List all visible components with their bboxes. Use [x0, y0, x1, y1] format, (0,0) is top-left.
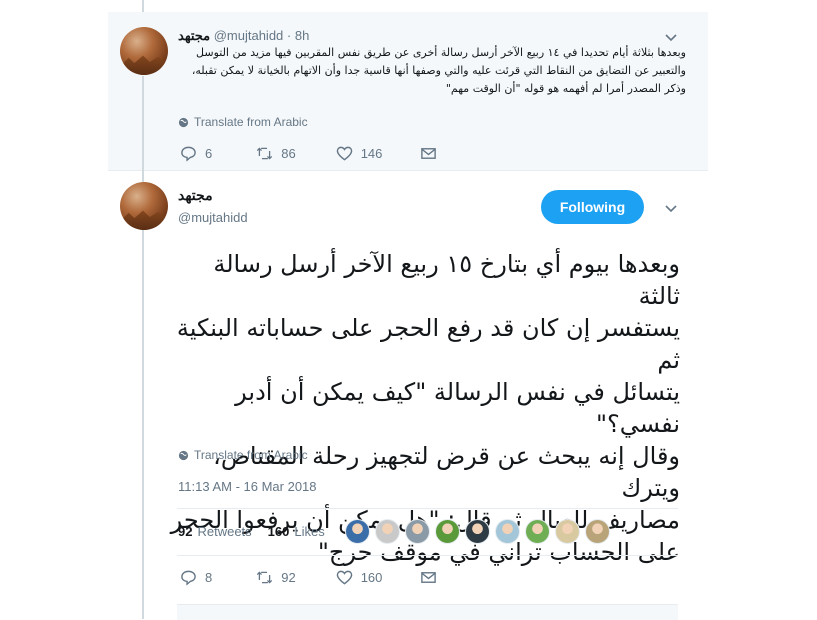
parent-translate-link[interactable]: Translate from Arabic	[178, 115, 308, 129]
heart-icon	[336, 570, 352, 585]
reply-box-edge	[177, 604, 678, 620]
main-text-line: يستفسر إن كان قد رفع الحجر على حساباته ا…	[176, 314, 680, 374]
parent-action-bar: 6 86 146	[180, 145, 471, 162]
liker-avatar[interactable]	[465, 519, 490, 544]
liker-avatar[interactable]	[375, 519, 400, 544]
parent-avatar[interactable]	[120, 27, 168, 75]
main-action-bar: 8 92 160	[180, 569, 471, 586]
main-timestamp[interactable]: 11:13 AM - 16 Mar 2018	[178, 479, 317, 494]
globe-icon	[178, 450, 189, 460]
likes-stat-count: 160	[267, 524, 290, 539]
main-chevron-down-icon[interactable]	[664, 201, 678, 215]
liker-avatar[interactable]	[405, 519, 430, 544]
liker-avatar[interactable]	[495, 519, 520, 544]
main-text-line: يتسائل في نفس الرسالة "كيف يمكن أن أدبر …	[235, 378, 680, 438]
divider	[177, 555, 678, 556]
parent-translate-label[interactable]: Translate from Arabic	[194, 115, 308, 129]
main-author-handle[interactable]: @mujtahidd	[178, 210, 248, 225]
retweets-stat[interactable]: 92 Retweets	[178, 524, 252, 539]
parent-text-line: وذكر المصدر أمرا لم أفهمه هو قوله "أن ال…	[445, 82, 686, 95]
main-author-name[interactable]: مجتهد	[178, 187, 213, 204]
parent-reply-button[interactable]: 6	[180, 145, 212, 162]
envelope-icon	[421, 148, 437, 159]
liker-avatars	[345, 519, 610, 544]
parent-retweet-button[interactable]: 86	[256, 145, 296, 162]
reply-icon	[181, 570, 196, 586]
parent-retweet-count: 86	[281, 146, 296, 161]
parent-author-handle[interactable]: @mujtahidd	[214, 28, 284, 43]
reply-icon	[181, 146, 196, 162]
parent-like-button[interactable]: 146	[336, 145, 383, 162]
parent-text-line: وبعدها بثلاثة أيام تحديدا في ١٤ ربيع الآ…	[196, 46, 686, 59]
parent-dm-button[interactable]	[420, 145, 437, 162]
liker-avatar[interactable]	[555, 519, 580, 544]
main-reply-button[interactable]: 8	[180, 569, 212, 586]
heart-icon	[336, 146, 352, 161]
likes-stat[interactable]: 160 Likes	[268, 524, 325, 539]
main-like-button[interactable]: 160	[336, 569, 383, 586]
likes-stat-label: Likes	[294, 524, 325, 539]
engagement-stats: 92 Retweets 160 Likes	[178, 524, 341, 539]
thread-connector	[142, 76, 144, 182]
liker-avatar[interactable]	[585, 519, 610, 544]
main-dm-button[interactable]	[420, 569, 437, 586]
main-text-line: وبعدها بيوم أي بتارخ ١٥ ربيع الآخر أرسل …	[213, 250, 680, 310]
globe-icon	[178, 117, 189, 127]
envelope-icon	[421, 572, 437, 583]
retweets-stat-count: 92	[178, 524, 193, 539]
divider	[177, 508, 678, 509]
retweet-icon	[257, 147, 273, 160]
main-like-count: 160	[360, 570, 383, 585]
parent-reply-count: 6	[205, 146, 213, 161]
parent-tweet-text: وبعدها بثلاثة أيام تحديدا في ١٤ ربيع الآ…	[178, 44, 686, 98]
parent-header: مجتهد @mujtahidd · 8h	[178, 28, 309, 44]
liker-avatar[interactable]	[345, 519, 370, 544]
following-button[interactable]: Following	[541, 190, 644, 224]
liker-avatar[interactable]	[435, 519, 460, 544]
main-translate-link[interactable]: Translate from Arabic	[178, 448, 308, 462]
thread-connector-lower	[142, 230, 144, 619]
parent-text-line: والتعبير عن التضايق من النقاط التي قرئت …	[191, 64, 686, 77]
main-reply-count: 8	[205, 570, 213, 585]
retweets-stat-label: Retweets	[197, 524, 252, 539]
parent-chevron-down-icon[interactable]	[664, 30, 678, 44]
parent-like-count: 146	[360, 146, 383, 161]
main-translate-label[interactable]: Translate from Arabic	[194, 448, 308, 462]
parent-time[interactable]: · 8h	[287, 28, 309, 43]
main-retweet-button[interactable]: 92	[256, 569, 296, 586]
retweet-icon	[257, 571, 273, 584]
parent-author-name[interactable]: مجتهد	[178, 28, 210, 43]
main-avatar[interactable]	[120, 182, 168, 230]
liker-avatar[interactable]	[525, 519, 550, 544]
main-retweet-count: 92	[281, 570, 296, 585]
